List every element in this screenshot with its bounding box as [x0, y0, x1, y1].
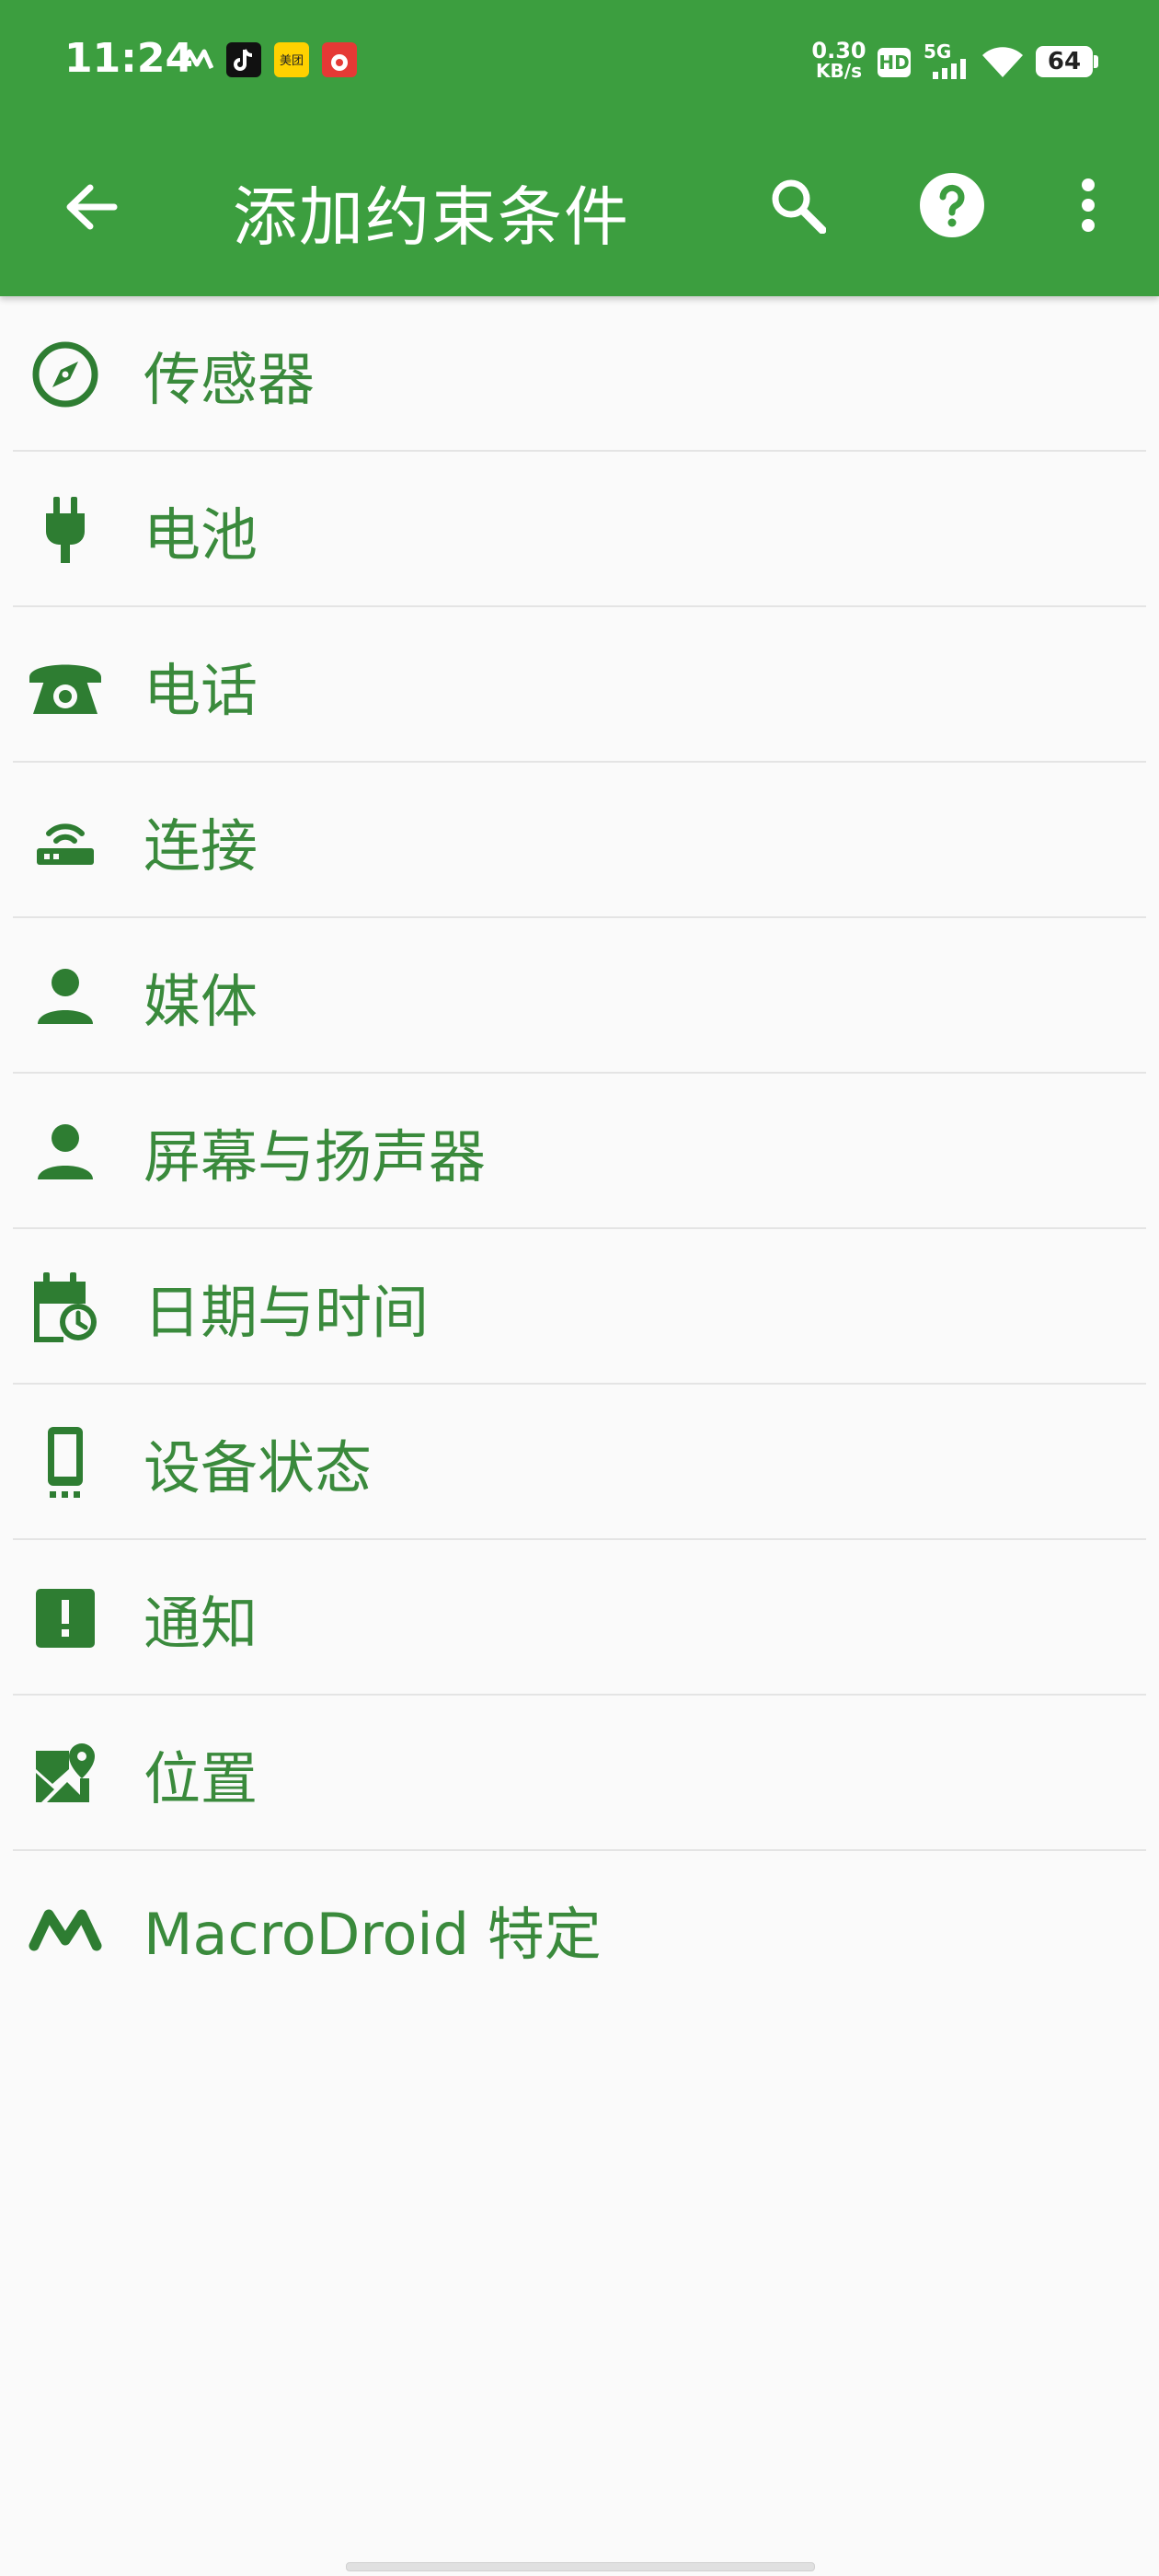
category-label: 日期与时间 [143, 1278, 430, 1346]
back-button[interactable] [52, 169, 131, 248]
category-label: 媒体 [143, 967, 258, 1035]
category-item-connectivity[interactable]: 连接 [0, 763, 1159, 918]
category-label: 传感器 [143, 345, 316, 413]
person-icon [26, 957, 105, 1036]
category-item-sensors[interactable]: 传感器 [0, 296, 1159, 452]
category-item-screen-speaker[interactable]: 屏幕与扬声器 [0, 1074, 1159, 1229]
compass-icon [26, 335, 105, 414]
category-label: MacroDroid 特定 [143, 1900, 602, 1968]
help-button[interactable] [911, 166, 993, 248]
macrodroid-icon [179, 46, 214, 75]
wifi-icon [981, 44, 1025, 83]
page-title: 添加约束条件 [233, 179, 630, 255]
battery-indicator: 64 [1036, 46, 1093, 77]
category-item-date-time[interactable]: 日期与时间 [0, 1229, 1159, 1385]
category-label: 屏幕与扬声器 [143, 1122, 487, 1190]
category-label: 位置 [143, 1744, 258, 1812]
category-label: 电池 [143, 500, 258, 569]
category-item-location[interactable]: 位置 [0, 1696, 1159, 1851]
category-label: 电话 [143, 656, 258, 724]
calendar-clock-icon [26, 1268, 105, 1347]
network-speed-value: 0.30 [811, 38, 866, 63]
search-icon [769, 177, 827, 237]
arrow-left-icon [64, 183, 118, 235]
status-time: 11:24 [64, 35, 194, 82]
category-label: 设备状态 [143, 1433, 373, 1501]
category-list: 传感器 电池 电话 连接 媒体 屏幕与扬声器 日期与时间 设备状态 通知 位置 … [0, 296, 1159, 2007]
battery-tip [1094, 55, 1098, 68]
category-item-phone[interactable]: 电话 [0, 607, 1159, 763]
category-item-device-state[interactable]: 设备状态 [0, 1385, 1159, 1540]
more-options-button[interactable] [1058, 166, 1119, 248]
alert-box-icon [26, 1579, 105, 1658]
person-icon [26, 1112, 105, 1191]
app-bar: 11:24 美团 0.30 KB/s HD 5G 64 添加约束条件 [0, 0, 1159, 296]
category-item-media[interactable]: 媒体 [0, 918, 1159, 1074]
phone-device-icon [26, 1423, 105, 1502]
map-marker-icon [26, 1734, 105, 1813]
more-vert-icon [1079, 178, 1097, 236]
plug-icon [26, 490, 105, 569]
tiktok-icon [226, 42, 261, 81]
network-speed-unit: KB/s [816, 60, 862, 82]
meituan-icon: 美团 [274, 42, 309, 81]
help-icon [919, 172, 985, 242]
network-speed: 0.30 KB/s [809, 40, 868, 81]
category-label: 连接 [143, 811, 258, 880]
signal-icon [931, 57, 968, 83]
router-icon [26, 801, 105, 880]
status-bar: 11:24 美团 0.30 KB/s HD 5G 64 [0, 0, 1159, 124]
telephone-icon [26, 646, 105, 725]
category-label: 通知 [143, 1589, 258, 1657]
category-item-battery[interactable]: 电池 [0, 452, 1159, 607]
macrodroid-logo-icon [26, 1890, 105, 1969]
meituan-label: 美团 [280, 54, 304, 68]
search-button[interactable] [756, 166, 839, 248]
category-item-notifications[interactable]: 通知 [0, 1540, 1159, 1696]
category-item-macrodroid-specific[interactable]: MacroDroid 特定 [0, 1851, 1159, 2007]
gesture-navigation-handle[interactable] [346, 2562, 815, 2571]
hd-badge: HD [878, 48, 911, 77]
app-icon [322, 42, 357, 81]
